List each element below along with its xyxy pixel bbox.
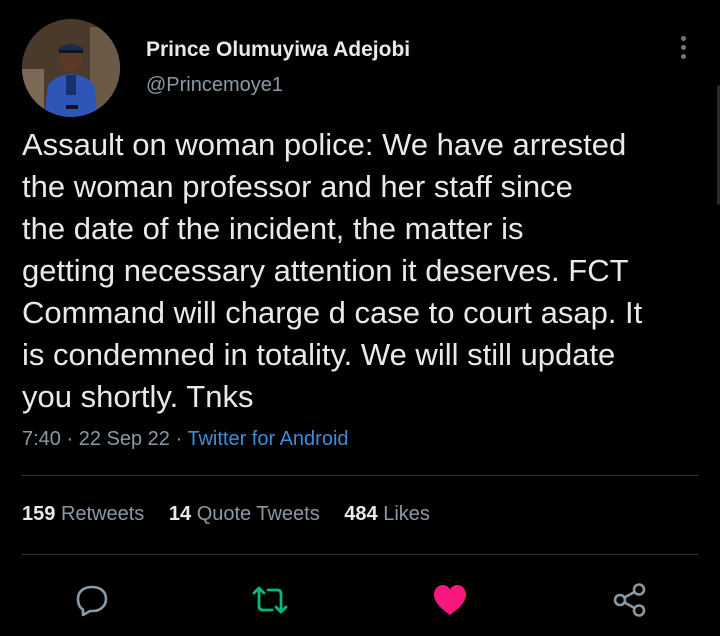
share-icon (613, 583, 646, 617)
reply-button[interactable] (72, 580, 112, 620)
share-button[interactable] (610, 580, 650, 620)
retweets-label: Retweets (60, 503, 145, 525)
likes-label: Likes (383, 503, 430, 525)
tweet-text: Assault on woman police: We have arreste… (22, 127, 643, 414)
like-button[interactable] (430, 580, 470, 620)
tweet-meta: 7:40 · 22 Sep 22 · Twitter for Android (22, 428, 349, 451)
likes-stat[interactable]: 484 Likes (344, 503, 430, 525)
avatar[interactable] (22, 19, 120, 117)
author-name[interactable]: Prince Olumuyiwa Adejobi (146, 38, 410, 62)
quotes-label: Quote Tweets (196, 503, 320, 525)
divider (22, 475, 698, 476)
reply-icon (76, 585, 108, 617)
retweet-icon (252, 586, 288, 614)
heart-icon (434, 585, 466, 615)
meta-separator: · (66, 428, 79, 450)
retweets-stat[interactable]: 159 Retweets (22, 503, 150, 525)
author-handle[interactable]: @Princemoye1 (146, 74, 283, 97)
retweet-button[interactable] (250, 580, 290, 620)
tweet-stats: 159 Retweets 14 Quote Tweets 484 Likes (22, 503, 449, 526)
quotes-count: 14 (168, 503, 192, 525)
quotes-stat[interactable]: 14 Quote Tweets (169, 503, 325, 525)
tweet-date[interactable]: 22 Sep 22 (79, 428, 170, 450)
more-options-icon[interactable] (676, 36, 690, 64)
retweets-count: 159 (22, 503, 56, 525)
meta-separator: · (175, 428, 188, 450)
divider (22, 554, 698, 555)
tweet-time: 7:40 (22, 428, 61, 450)
likes-count: 484 (344, 503, 378, 525)
tweet-source[interactable]: Twitter for Android (187, 428, 348, 450)
